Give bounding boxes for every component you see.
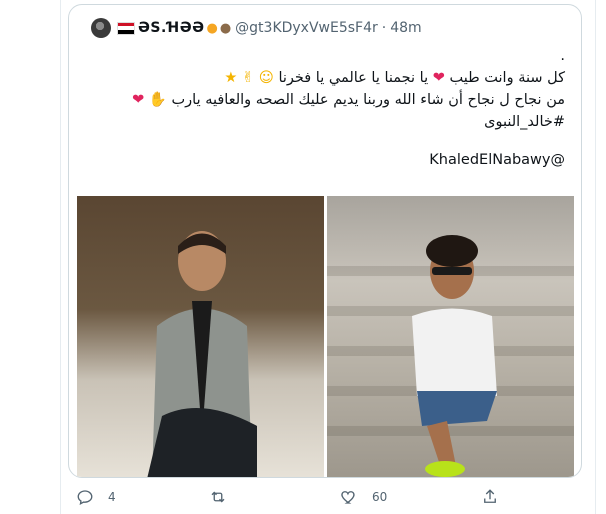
chick-icon: ● xyxy=(206,20,218,36)
retweet-icon xyxy=(211,491,225,503)
egypt-flag-icon xyxy=(117,21,135,35)
heart-icon: ❤ xyxy=(432,70,445,86)
sloth-icon: ● xyxy=(219,20,232,36)
photo-stairs[interactable] xyxy=(327,196,574,477)
raised-hands-icon: ✋ xyxy=(148,92,167,108)
share-icon xyxy=(484,489,496,503)
reply-icon xyxy=(77,490,93,506)
photo-suit[interactable] xyxy=(77,196,324,477)
like-count: 60 xyxy=(372,490,388,504)
media-grid[interactable] xyxy=(77,196,574,477)
display-name[interactable]: ƏS.ꞪƏƏ xyxy=(138,20,204,36)
reply-button[interactable]: 4 xyxy=(76,488,116,506)
reply-count: 4 xyxy=(108,490,116,504)
man-in-suit-image xyxy=(147,231,257,477)
quoted-tweet-text: . كل سنة وانت طيب ❤ يا نجمنا يا عالمي يا… xyxy=(95,45,565,171)
smile-icon: ☺ xyxy=(258,70,274,86)
retweet-button[interactable] xyxy=(209,488,241,506)
hashtag[interactable]: #خالد_النبوى xyxy=(95,111,565,133)
share-button[interactable] xyxy=(481,488,513,506)
mention[interactable]: @KhaledElNabawy xyxy=(95,149,565,171)
text-line-dot: . xyxy=(560,48,565,64)
like-icon xyxy=(341,491,355,504)
man-on-stairs-image xyxy=(412,235,497,477)
timestamp[interactable]: 48m xyxy=(390,20,421,36)
text-line-1: كل سنة وانت طيب ❤ يا نجمنا يا عالمي يا ف… xyxy=(224,70,565,86)
heart-icon: ❤ xyxy=(132,92,145,108)
star-eyes-icon: ★ xyxy=(224,70,238,86)
user-handle[interactable]: @gt3KDyxVwE5sF4r xyxy=(235,20,378,36)
quoted-tweet-header: ƏS.ꞪƏƏ ● ● @gt3KDyxVwE5sF4r · 48m xyxy=(91,17,422,39)
tweet-actions: 4 60 xyxy=(76,488,576,512)
like-button[interactable]: 60 xyxy=(340,488,387,506)
quoted-tweet[interactable]: ƏS.ꞪƏƏ ● ● @gt3KDyxVwE5sF4r · 48m . كل س… xyxy=(68,4,582,478)
text-line-2: من نجاح ل نجاح أن شاء الله وربنا يديم عل… xyxy=(132,92,565,108)
hand-icon: ✌ xyxy=(241,70,255,86)
avatar[interactable] xyxy=(91,18,111,38)
separator-dot: · xyxy=(381,20,387,36)
